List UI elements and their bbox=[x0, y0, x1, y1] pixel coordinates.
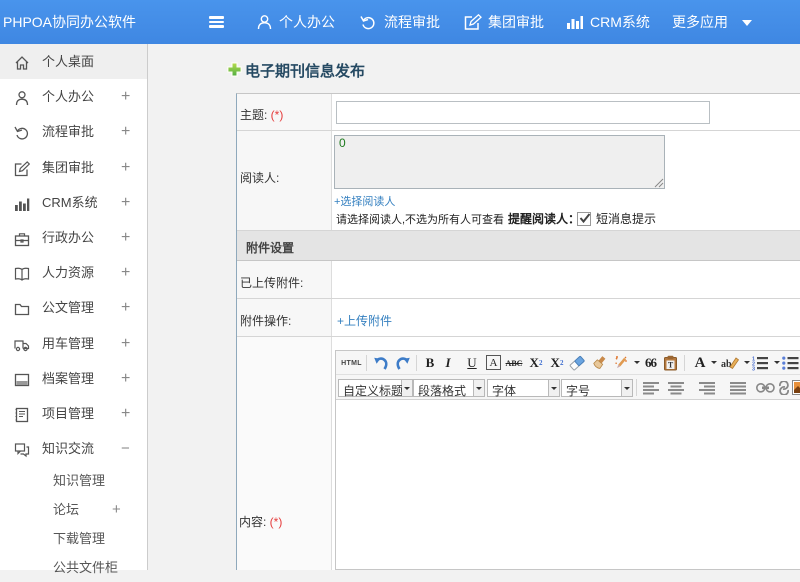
svg-text:ab: ab bbox=[721, 359, 732, 370]
svg-text:3: 3 bbox=[752, 367, 755, 373]
svg-text:T: T bbox=[668, 361, 674, 370]
